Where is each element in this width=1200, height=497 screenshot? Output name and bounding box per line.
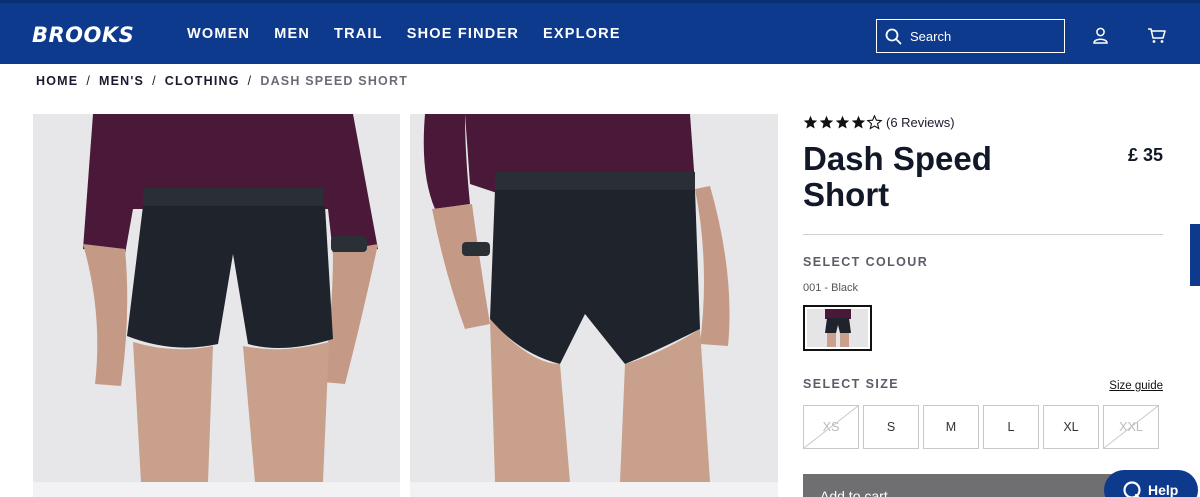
nav-explore[interactable]: EXPLORE — [543, 26, 621, 42]
breadcrumb-separator: / — [247, 74, 253, 88]
search-box[interactable] — [876, 19, 1065, 53]
size-label: L — [1007, 420, 1015, 434]
nav-shoe-finder[interactable]: SHOE FINDER — [407, 26, 519, 42]
breadcrumb-separator: / — [152, 74, 157, 88]
product-image-strip — [33, 482, 400, 497]
feedback-side-tab[interactable] — [1190, 224, 1200, 286]
size-option-xxl[interactable]: XXL — [1103, 405, 1159, 449]
colour-swatch-black[interactable] — [803, 305, 872, 351]
nav-women[interactable]: WOMEN — [187, 26, 250, 42]
selected-colour: 001 - Black — [803, 282, 859, 294]
product-price: £ 35 — [1127, 145, 1163, 165]
search-icon — [885, 28, 902, 44]
unavailable-strike-icon — [1104, 406, 1158, 448]
breadcrumb-mens[interactable]: MEN'S — [99, 74, 144, 88]
divider — [803, 234, 1163, 235]
nav-men[interactable]: MEN — [274, 26, 310, 42]
help-button[interactable]: Help — [1104, 470, 1198, 497]
size-option-m[interactable]: M — [923, 405, 979, 449]
product-title: Dash Speed Short — [803, 140, 992, 213]
account-icon[interactable] — [1092, 27, 1109, 44]
size-label: S — [886, 420, 896, 434]
select-colour-label: SELECT COLOUR — [803, 255, 929, 269]
select-size-label: SELECT SIZE — [803, 377, 899, 391]
site-header: BROOKS WOMEN MEN TRAIL SHOE FINDER EXPLO… — [0, 0, 1200, 64]
size-label: XL — [1063, 420, 1079, 434]
breadcrumb-separator: / — [86, 74, 91, 88]
product-image-back[interactable] — [410, 114, 778, 482]
size-option-xs[interactable]: XS — [803, 405, 859, 449]
size-options: XS S M L XL XXL — [803, 405, 1159, 449]
size-option-l[interactable]: L — [983, 405, 1039, 449]
breadcrumb-home[interactable]: HOME — [36, 74, 78, 88]
cart-icon[interactable] — [1147, 27, 1166, 44]
unavailable-strike-icon — [804, 406, 858, 448]
reviews-link[interactable]: (6 Reviews) — [886, 115, 955, 130]
size-guide-link[interactable]: Size guide — [1109, 380, 1163, 392]
product-image-strip — [410, 482, 778, 497]
chat-bubble-icon — [1123, 481, 1141, 497]
help-label: Help — [1148, 482, 1179, 497]
size-label: M — [945, 420, 957, 434]
star-rating-icon — [803, 115, 882, 130]
main-nav: WOMEN MEN TRAIL SHOE FINDER EXPLORE — [187, 26, 621, 42]
search-input[interactable] — [910, 28, 1050, 44]
breadcrumb-clothing[interactable]: CLOTHING — [165, 74, 240, 88]
size-option-s[interactable]: S — [863, 405, 919, 449]
product-image-front[interactable] — [33, 114, 400, 482]
nav-trail[interactable]: TRAIL — [334, 26, 383, 42]
breadcrumb: HOME / MEN'S / CLOTHING / DASH SPEED SHO… — [36, 74, 408, 88]
breadcrumb-current: DASH SPEED SHORT — [260, 74, 409, 88]
product-rating: (6 Reviews) — [803, 115, 955, 130]
brooks-logo[interactable]: BROOKS — [32, 23, 134, 47]
size-option-xl[interactable]: XL — [1043, 405, 1099, 449]
